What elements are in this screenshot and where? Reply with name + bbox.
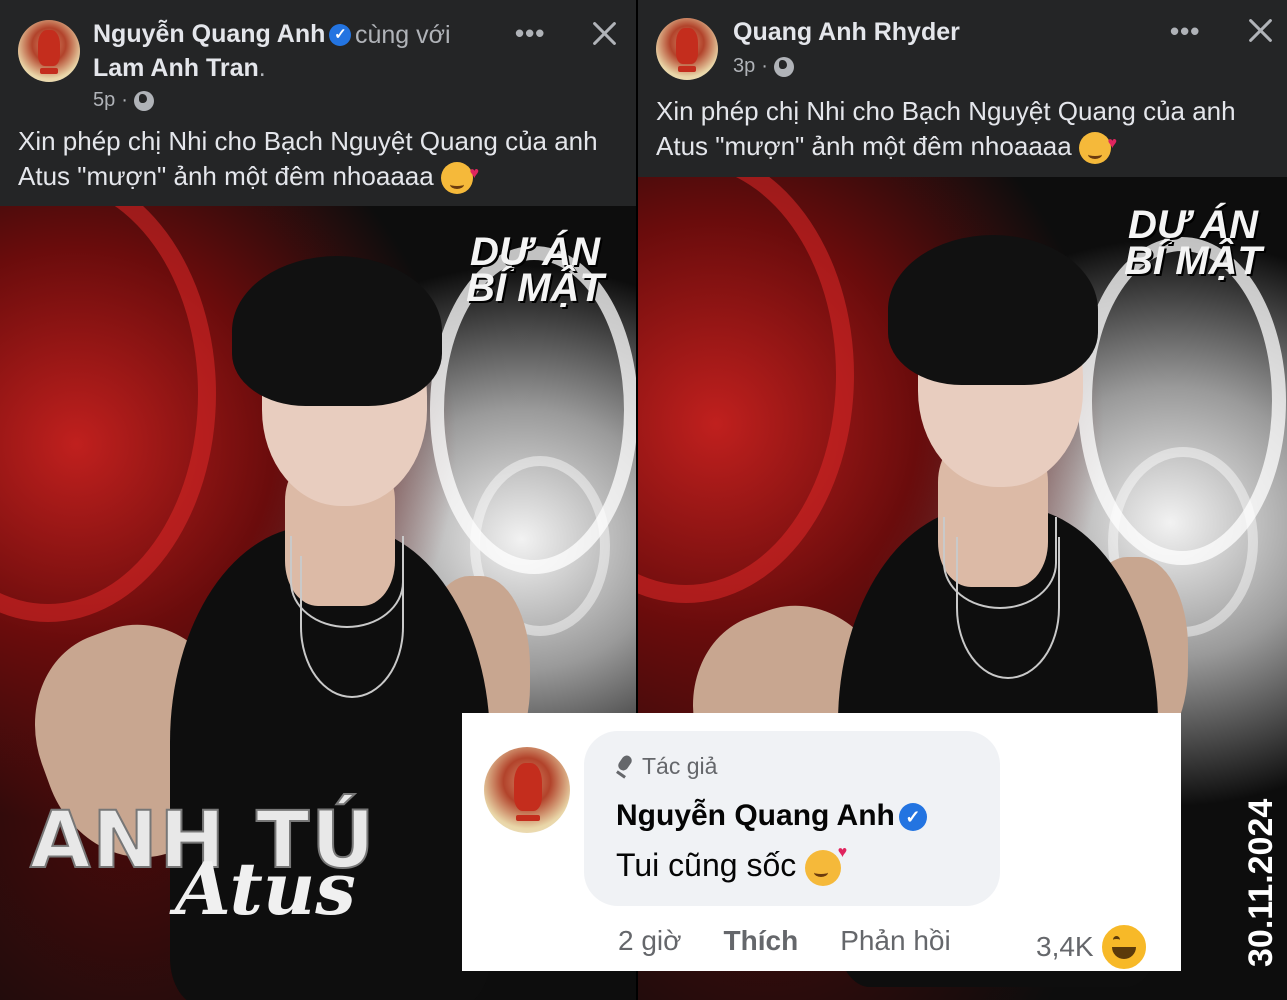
- post-meta: 5p ·: [93, 89, 154, 112]
- close-icon[interactable]: [591, 19, 619, 47]
- caption-line-1: Xin phép chị Nhi cho Bạch Nguyệt Quang c…: [656, 96, 1236, 126]
- globe-icon: [133, 90, 154, 111]
- haha-reaction-icon: [1099, 923, 1148, 971]
- reaction-count[interactable]: 3,4K: [1036, 931, 1094, 963]
- comment-actions: 2 giờ Thích Phản hồi: [618, 925, 951, 957]
- comment-text: Tui cũng sốc: [616, 844, 847, 886]
- reply-button[interactable]: Phản hồi: [840, 925, 951, 957]
- post-time[interactable]: 3p: [733, 55, 755, 78]
- post-meta: 3p ·: [733, 55, 794, 78]
- poster-title-script: Atus: [175, 846, 356, 931]
- tagged-user-name[interactable]: Lam Anh Tran: [93, 54, 259, 82]
- tagged-suffix: .: [258, 54, 266, 82]
- post-author-name[interactable]: Quang Anh Rhyder: [733, 18, 960, 47]
- with-text: cùng với: [355, 21, 451, 49]
- caption-line-2: Atus "mượn" ảnh một đêm nhoaaaa: [18, 156, 628, 195]
- post-author-name[interactable]: Nguyễn Quang Anh ✓: [93, 20, 352, 49]
- comment-bubble[interactable]: Tác giả Nguyễn Quang Anh ✓ Tui cũng sốc: [584, 731, 1000, 906]
- post-caption: Xin phép chị Nhi cho Bạch Nguyệt Quang c…: [656, 94, 1281, 165]
- author-role-label: Tác giả: [642, 753, 718, 779]
- smiling-hearts-emoji-icon: [440, 156, 479, 195]
- post-caption: Xin phép chị Nhi cho Bạch Nguyệt Quang c…: [18, 124, 628, 195]
- smiling-hearts-emoji-icon: [805, 844, 847, 886]
- author-avatar[interactable]: [18, 20, 80, 82]
- caption-line-1: Xin phép chị Nhi cho Bạch Nguyệt Quang c…: [18, 126, 598, 156]
- verified-badge-icon: ✓: [898, 803, 927, 832]
- reaction-summary[interactable]: 3,4K: [1036, 923, 1148, 971]
- more-options-icon[interactable]: •••: [1170, 16, 1200, 47]
- comment-author-name[interactable]: Nguyễn Quang Anh ✓: [616, 799, 927, 833]
- microphone-icon: [616, 755, 634, 779]
- author-avatar[interactable]: [656, 18, 718, 80]
- comment-card: Tác giả Nguyễn Quang Anh✓ Tui cũng sốc 2…: [462, 713, 1181, 971]
- author-name-text[interactable]: Nguyễn Quang Anh: [93, 20, 325, 48]
- caption-line-2: Atus "mượn" ảnh một đêm nhoaaaa: [656, 126, 1281, 165]
- poster-logo: DỰ ÁN BÍ MẬT: [466, 230, 604, 310]
- smiling-hearts-emoji-icon: [1078, 126, 1117, 165]
- commenter-avatar[interactable]: [484, 747, 570, 833]
- globe-icon: [773, 56, 794, 77]
- like-button[interactable]: Thích: [724, 925, 799, 957]
- comment-time[interactable]: 2 giờ: [618, 925, 682, 957]
- tagged-user[interactable]: Lam Anh Tran.: [93, 54, 266, 83]
- verified-badge-icon: ✓: [329, 24, 352, 47]
- more-options-icon[interactable]: •••: [515, 18, 545, 49]
- poster-logo: DỰ ÁN BÍ MẬT: [1124, 203, 1262, 283]
- poster-date: 30.11.2024: [1242, 798, 1280, 967]
- comment-author-text[interactable]: Nguyễn Quang Anh: [616, 799, 895, 832]
- close-icon[interactable]: [1247, 16, 1275, 44]
- post-time[interactable]: 5p: [93, 89, 115, 112]
- author-role-badge: Tác giả: [616, 753, 717, 780]
